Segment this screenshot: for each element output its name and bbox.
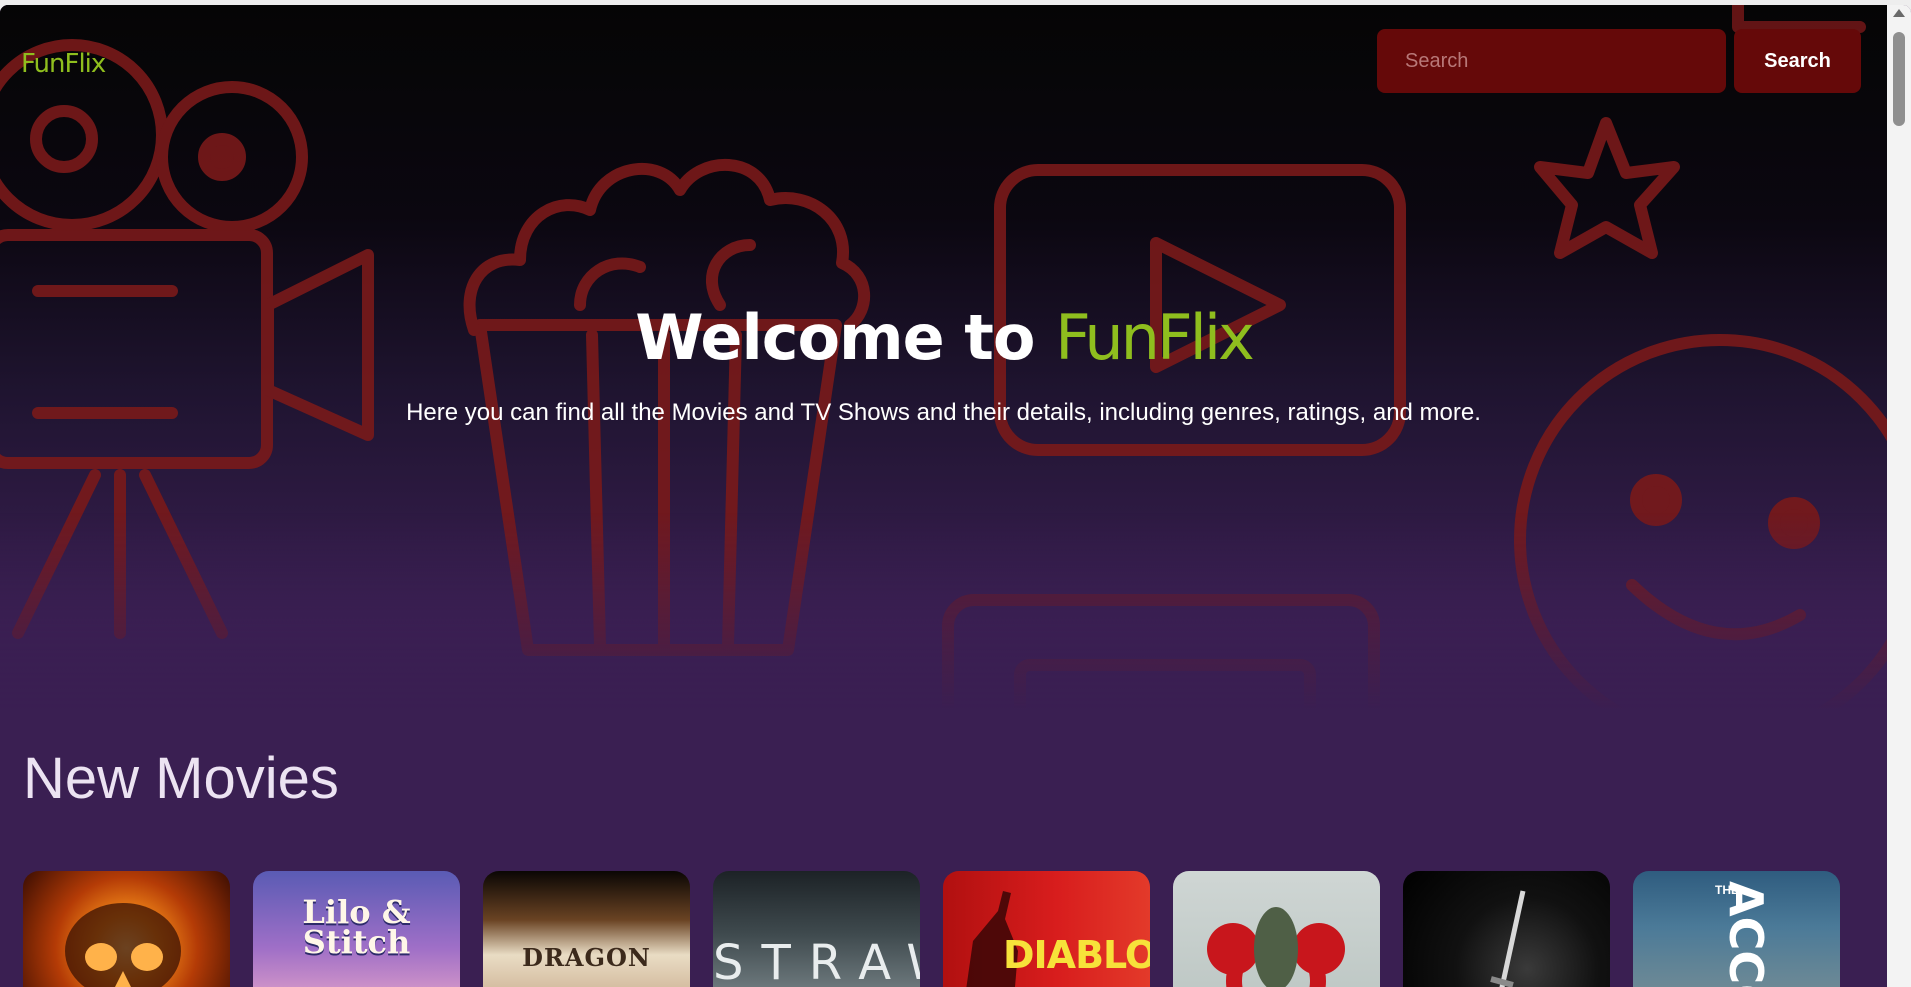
search-button[interactable]: Search (1734, 29, 1861, 93)
poster-title: ACCO (1719, 881, 1773, 987)
movie-poster-7[interactable] (1403, 871, 1610, 987)
search-input[interactable] (1377, 29, 1726, 93)
scroll-thumb[interactable] (1893, 32, 1905, 126)
biohazard-art (1207, 907, 1345, 987)
hero-title-prefix: Welcome to (635, 301, 1056, 374)
poster-title: STRAW (713, 935, 920, 987)
site-logo[interactable]: FunFlix (21, 49, 106, 79)
movie-poster-1[interactable] (23, 871, 230, 987)
movie-poster-4[interactable]: STRAW (713, 871, 920, 987)
hero-title: Welcome to FunFlix (0, 301, 1887, 374)
movie-poster-2[interactable]: Lilo & Stitch (253, 871, 460, 987)
new-movies-row: Lilo & Stitch DRAGON STRAW DIABLO (23, 871, 1840, 987)
sword-art (1490, 890, 1526, 987)
hero-subtitle: Here you can find all the Movies and TV … (406, 399, 1481, 426)
scroll-up-arrow-icon[interactable] (1893, 9, 1905, 17)
movie-poster-3[interactable]: DRAGON (483, 871, 690, 987)
page-viewport: FunFlix Search Welcome to FunFlix Here y… (0, 5, 1887, 987)
movie-poster-8[interactable]: THE ACCO (1633, 871, 1840, 987)
vertical-scrollbar[interactable] (1887, 5, 1911, 987)
skull-art (65, 903, 181, 987)
movie-poster-5[interactable]: DIABLO (943, 871, 1150, 987)
hero-title-brand: FunFlix (1055, 301, 1255, 374)
browser-frame: FunFlix Search Welcome to FunFlix Here y… (0, 5, 1911, 987)
movie-poster-6[interactable] (1173, 871, 1380, 987)
new-movies-heading: New Movies (23, 746, 339, 811)
hero-section: FunFlix Search Welcome to FunFlix Here y… (0, 5, 1887, 710)
poster-title: DIABLO (1003, 933, 1150, 977)
poster-title: Lilo & Stitch (302, 893, 411, 961)
poster-title: DRAGON (522, 943, 651, 972)
